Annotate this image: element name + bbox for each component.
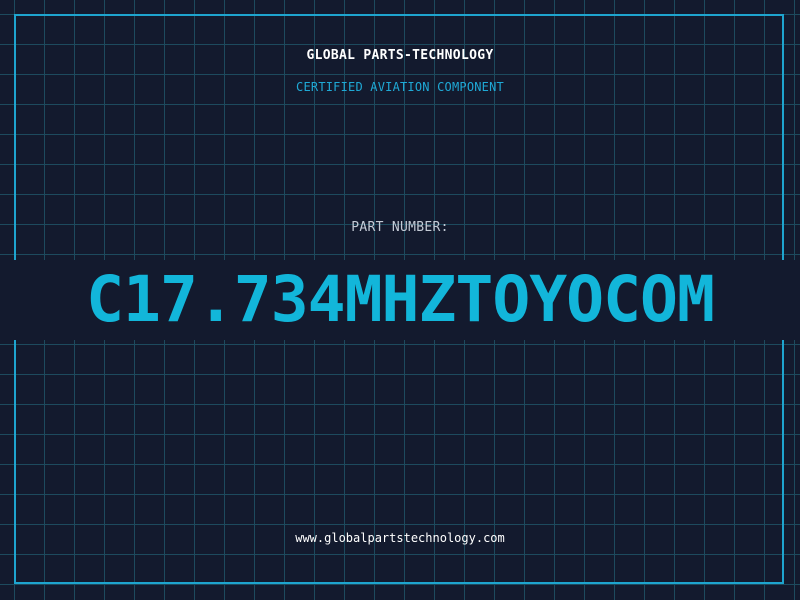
website-link[interactable]: www.globalpartstechnology.com <box>0 531 800 545</box>
part-number-value: C17.734MHZTOYOCOM <box>86 263 715 336</box>
certification-subtitle: CERTIFIED AVIATION COMPONENT <box>296 80 504 94</box>
part-card: GLOBAL PARTS-TECHNOLOGY CERTIFIED AVIATI… <box>0 0 800 600</box>
company-name: GLOBAL PARTS-TECHNOLOGY <box>306 48 494 63</box>
part-number-label: PART NUMBER: <box>351 220 449 235</box>
